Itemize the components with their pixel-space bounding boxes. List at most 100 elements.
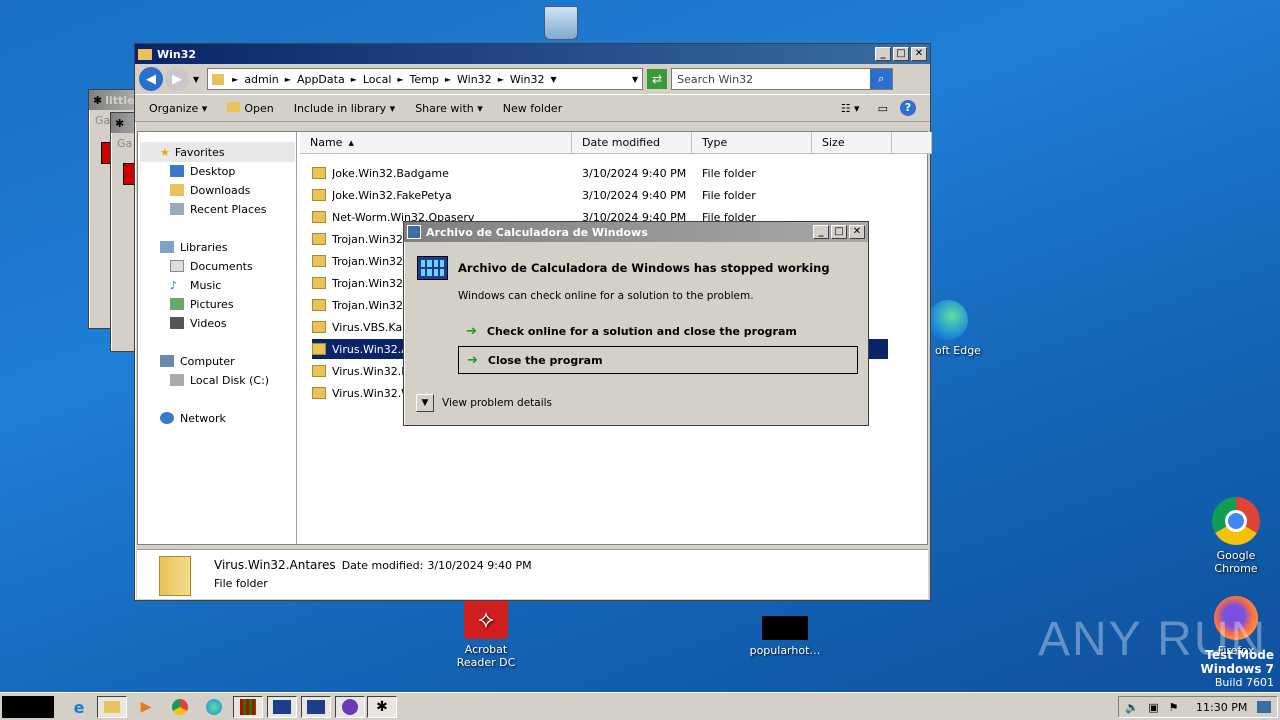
test-mode-label: Test Mode	[1205, 648, 1274, 662]
organize-button[interactable]: Organize ▾	[149, 102, 207, 115]
chevron-right-icon[interactable]: ►	[232, 75, 238, 84]
grid-app-icon	[240, 699, 256, 715]
check-online-button[interactable]: ➔ Check online for a solution and close …	[458, 317, 858, 345]
folder-icon	[138, 48, 152, 60]
view-options-icon[interactable]: ☷ ▾	[841, 102, 860, 115]
column-header-type[interactable]: Type	[692, 132, 812, 154]
app-icon	[273, 700, 291, 714]
nav-network[interactable]: Network	[160, 409, 226, 427]
taskbar-app-3[interactable]	[301, 696, 331, 718]
maximize-button[interactable]: □	[831, 225, 847, 239]
pictures-icon	[170, 298, 184, 310]
green-arrow-icon: ➔	[466, 323, 477, 339]
breadcrumb-win32-current[interactable]: Win32	[510, 73, 545, 86]
taskbar-app-2[interactable]	[267, 696, 297, 718]
nav-pictures[interactable]: Pictures	[170, 295, 234, 313]
nav-desktop[interactable]: Desktop	[170, 162, 235, 180]
recycle-bin-icon[interactable]	[543, 6, 579, 44]
column-header-size[interactable]: Size	[812, 132, 892, 154]
nav-computer[interactable]: Computer	[160, 352, 235, 370]
share-with-button[interactable]: Share with ▾	[415, 102, 483, 115]
minimize-button[interactable]: _	[813, 225, 829, 239]
chevron-right-icon[interactable]: ►	[285, 75, 291, 84]
start-button[interactable]	[2, 696, 54, 718]
folder-icon	[312, 189, 326, 201]
breadcrumb-local[interactable]: Local	[363, 73, 392, 86]
address-dropdown-icon[interactable]: ▼	[632, 75, 638, 84]
view-details-toggle[interactable]: ▼ View problem details	[416, 394, 552, 412]
nav-libraries[interactable]: Libraries	[160, 238, 228, 256]
nav-videos[interactable]: Videos	[170, 314, 227, 332]
back-button[interactable]: ◀	[139, 67, 163, 91]
refresh-button[interactable]: ⇄	[647, 69, 668, 89]
preview-pane-icon[interactable]: ▭	[878, 102, 888, 115]
taskbar-app-5[interactable]: ✱	[367, 696, 397, 718]
open-button[interactable]: Open	[227, 101, 274, 115]
desktop-icon-acrobat[interactable]: ⟡ Acrobat Reader DC	[448, 601, 524, 669]
flag-icon[interactable]: ⚑	[1168, 701, 1178, 714]
close-button[interactable]: ✕	[911, 47, 927, 61]
error-dialog[interactable]: Archivo de Calculadora de Windows _ □ ✕ …	[403, 221, 869, 426]
dialog-titlebar[interactable]: Archivo de Calculadora de Windows _ □ ✕	[404, 222, 868, 242]
desktop-icon	[170, 165, 184, 177]
ie-icon: e	[73, 697, 85, 717]
taskbar-edge[interactable]	[199, 696, 229, 718]
close-button[interactable]: ✕	[849, 225, 865, 239]
show-desktop-icon[interactable]	[1257, 701, 1271, 713]
breadcrumb-temp[interactable]: Temp	[410, 73, 439, 86]
nav-music[interactable]: ♪ Music	[170, 276, 221, 294]
green-arrow-icon: ➔	[467, 352, 478, 368]
chevron-down-icon[interactable]: ▼	[416, 394, 434, 412]
column-header-date[interactable]: Date modified	[572, 132, 692, 154]
folder-icon	[312, 277, 326, 289]
taskbar-ie[interactable]: e	[64, 696, 94, 718]
search-icon[interactable]: ⌕	[870, 69, 893, 89]
taskbar-explorer[interactable]	[97, 696, 127, 718]
table-row[interactable]: Joke.Win32.FakePetya 3/10/2024 9:40 PM Fil…	[312, 185, 892, 205]
explorer-titlebar[interactable]: Win32 _ □ ✕	[135, 44, 930, 64]
taskbar-app-1[interactable]	[233, 696, 263, 718]
chevron-down-icon[interactable]: ▼	[551, 75, 557, 84]
nav-documents[interactable]: Documents	[170, 257, 253, 275]
chevron-right-icon[interactable]: ►	[351, 75, 357, 84]
search-input[interactable]: Search Win32 ⌕	[671, 68, 894, 90]
column-header-name[interactable]: Name ▲	[300, 132, 572, 154]
clock[interactable]: 11:30 PM	[1196, 701, 1247, 714]
address-bar[interactable]: ► admin ► AppData ► Local ► Temp ► Win32…	[207, 68, 644, 90]
history-dropdown-icon[interactable]: ▼	[193, 75, 199, 84]
include-in-library-button[interactable]: Include in library ▾	[294, 102, 395, 115]
breadcrumb-admin[interactable]: admin	[244, 73, 278, 86]
background-window-title: little	[105, 93, 135, 107]
nav-local-disk[interactable]: Local Disk (C:)	[170, 371, 269, 389]
new-folder-button[interactable]: New folder	[503, 102, 562, 115]
videos-icon	[170, 317, 184, 329]
network-tray-icon[interactable]: ▣	[1148, 701, 1158, 714]
chevron-right-icon[interactable]: ►	[445, 75, 451, 84]
search-placeholder: Search Win32	[677, 72, 754, 86]
taskbar-app-4[interactable]	[335, 696, 365, 718]
taskbar-media-player[interactable]: ▶	[131, 696, 161, 718]
nav-recent-places[interactable]: Recent Places	[170, 200, 267, 218]
folder-icon	[312, 343, 326, 355]
table-row[interactable]: Joke.Win32.Badgame 3/10/2024 9:40 PM File …	[312, 163, 892, 183]
desktop-icon-chrome[interactable]: Google Chrome	[1198, 497, 1274, 575]
taskbar-chrome[interactable]	[165, 696, 195, 718]
help-icon[interactable]: ?	[900, 100, 916, 116]
test-mode-text: Test Mode Windows 7 Build 7601	[1201, 648, 1274, 690]
music-icon: ♪	[170, 278, 178, 292]
app-icon	[307, 700, 325, 714]
taskbar: e ▶ ✱ 🔈 ▣ ⚑ 11:30 PM	[0, 692, 1280, 720]
maximize-button[interactable]: □	[893, 47, 909, 61]
minimize-button[interactable]: _	[875, 47, 891, 61]
chevron-right-icon[interactable]: ►	[498, 75, 504, 84]
breadcrumb-win32[interactable]: Win32	[457, 73, 492, 86]
speaker-icon[interactable]: 🔈	[1125, 701, 1139, 714]
chevron-right-icon[interactable]: ►	[397, 75, 403, 84]
breadcrumb-appdata[interactable]: AppData	[297, 73, 345, 86]
close-program-button[interactable]: ➔ Close the program	[458, 346, 858, 374]
nav-favorites[interactable]: ★ Favorites	[160, 143, 225, 161]
desktop-icon-popularhot[interactable]: popularhot…	[747, 616, 823, 657]
nav-downloads[interactable]: Downloads	[170, 181, 250, 199]
dialog-heading: Archivo de Calculadora de Windows has st…	[458, 261, 830, 275]
forward-button[interactable]: ▶	[165, 67, 189, 91]
